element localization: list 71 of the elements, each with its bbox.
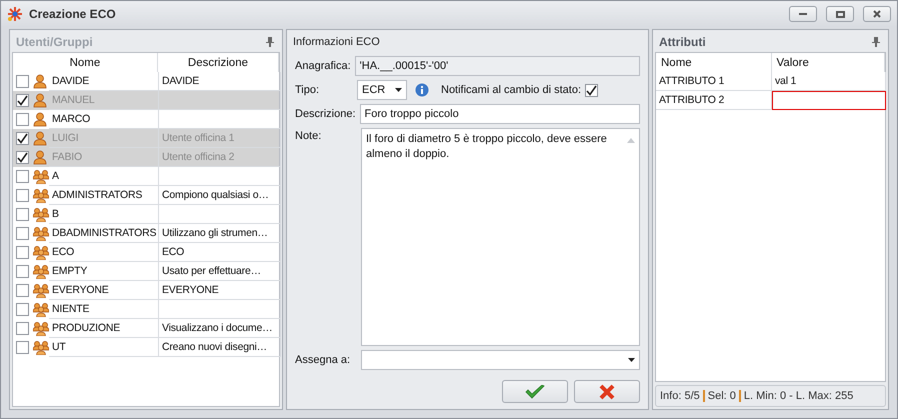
field-label: Note: — [295, 129, 322, 144]
checkbox[interactable] — [16, 189, 29, 202]
status-text: L. Min: 0 - L. Max: 255 — [744, 390, 854, 402]
cancel-button[interactable] — [574, 380, 640, 403]
user-icon — [33, 150, 47, 165]
group-icon — [33, 264, 49, 279]
group-icon — [33, 245, 49, 260]
panel-title: Informazioni ECO — [293, 36, 380, 48]
window-title: Creazione ECO — [29, 7, 117, 21]
note-field[interactable]: Il foro di diametro 5 è troppo piccolo, deve essere almeno il doppio. — [361, 128, 640, 346]
status-text: Info: 5/5 — [660, 390, 700, 402]
checkbox[interactable] — [16, 208, 29, 221]
checkbox[interactable] — [16, 75, 29, 88]
pin-icon[interactable] — [872, 37, 880, 47]
descrizione-field[interactable]: Foro troppo piccolo — [360, 104, 640, 124]
checkbox[interactable] — [16, 94, 29, 107]
maximize-button[interactable] — [826, 6, 854, 22]
scroll-up-icon[interactable] — [627, 138, 635, 143]
status-text: Sel: 0 — [708, 390, 736, 402]
field-label: Anagrafica: — [295, 60, 351, 72]
minimize-icon — [799, 13, 807, 15]
tipo-dropdown[interactable]: ECR — [357, 80, 407, 100]
app-logo-icon — [7, 6, 23, 22]
table-cell: ATTRIBUTO 2 — [656, 91, 772, 110]
caret-icon — [628, 358, 635, 362]
user-icon — [33, 93, 47, 108]
checkbox[interactable] — [16, 151, 29, 164]
table-cell: Creano nuovi disegni… — [159, 338, 281, 357]
group-icon — [33, 340, 49, 355]
user-icon — [33, 131, 47, 146]
field-label: Tipo: — [295, 84, 320, 96]
table-cell: UT — [49, 338, 159, 357]
checkbox[interactable] — [16, 170, 29, 183]
user-icon — [33, 74, 47, 89]
confirm-button[interactable] — [502, 380, 568, 403]
anagrafica-field[interactable]: 'HA.__.00015'-'00' — [354, 56, 640, 76]
group-icon — [33, 283, 49, 298]
checkbox[interactable] — [16, 113, 29, 126]
checkbox[interactable] — [16, 265, 29, 278]
assegna-dropdown[interactable] — [361, 350, 640, 370]
group-icon — [33, 188, 49, 203]
group-icon — [33, 207, 49, 222]
info-icon[interactable] — [415, 83, 429, 97]
field-label: Assegna a: — [295, 354, 352, 366]
group-icon — [33, 226, 49, 241]
notify-checkbox[interactable] — [585, 84, 598, 96]
maximize-icon — [836, 10, 844, 18]
user-icon — [33, 112, 47, 127]
pin-icon[interactable] — [266, 37, 274, 47]
close-icon — [599, 384, 615, 400]
group-icon — [33, 302, 49, 317]
table-cell[interactable]: val 1 — [772, 72, 886, 91]
table-cell[interactable] — [772, 91, 886, 110]
minimize-button[interactable] — [789, 6, 817, 22]
check-icon — [525, 384, 545, 398]
panel-title: Attributi — [659, 35, 706, 49]
checkbox[interactable] — [16, 322, 29, 335]
caret-icon — [395, 88, 402, 92]
checkbox[interactable] — [16, 246, 29, 259]
group-icon — [33, 169, 49, 184]
close-icon — [873, 10, 881, 18]
close-button[interactable] — [863, 6, 891, 22]
checkbox[interactable] — [16, 132, 29, 145]
field-label: Descrizione: — [295, 108, 356, 120]
notify-label: Notificami al cambio di stato: — [441, 84, 581, 96]
group-icon — [33, 321, 49, 336]
checkbox[interactable] — [16, 227, 29, 240]
checkbox[interactable] — [16, 303, 29, 316]
checkbox[interactable] — [16, 341, 29, 354]
panel-title: Utenti/Gruppi — [16, 35, 93, 49]
checkbox[interactable] — [16, 284, 29, 297]
